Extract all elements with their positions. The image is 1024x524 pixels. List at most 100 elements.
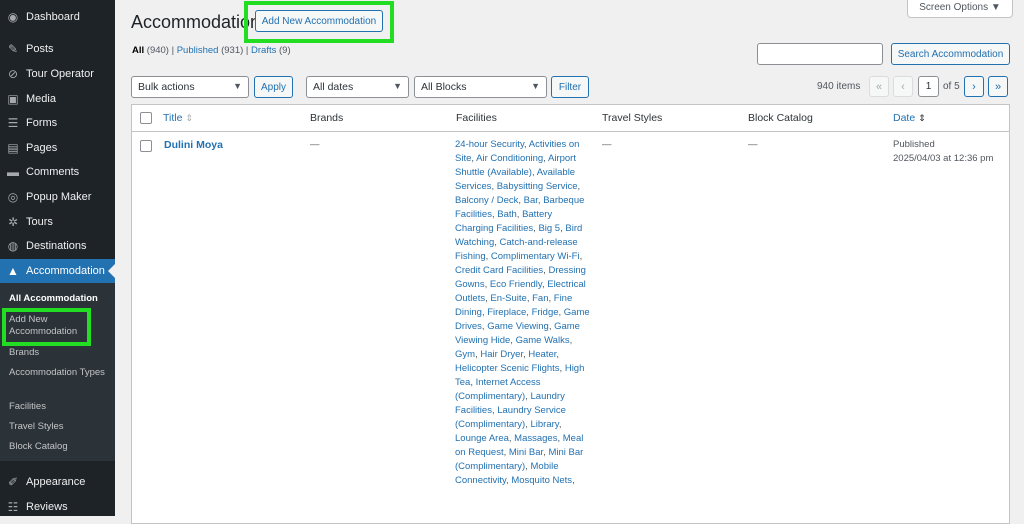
menu-label: Posts xyxy=(26,43,54,55)
menu-label: Tours xyxy=(26,216,53,228)
table-header: Title ⇕ Brands Facilities Travel Styles … xyxy=(132,105,1009,132)
facility-link[interactable]: Bar xyxy=(524,195,538,206)
facility-link[interactable]: Balcony / Deck xyxy=(455,195,518,206)
facility-link[interactable]: 24-hour Security xyxy=(455,139,524,150)
chevron-down-icon: ▼ xyxy=(393,81,402,91)
menu-pages[interactable]: ▤ Pages xyxy=(0,136,115,160)
media-icon: ▣ xyxy=(7,92,19,106)
row-title-link[interactable]: Dulini Moya xyxy=(164,139,223,151)
facility-link[interactable]: Credit Card Facilities xyxy=(455,265,543,276)
column-facilities: Facilities xyxy=(456,112,497,124)
view-all[interactable]: All xyxy=(132,45,144,56)
menu-popup-maker[interactable]: ◎ Popup Maker xyxy=(0,185,115,209)
select-all-checkbox[interactable] xyxy=(140,112,152,124)
screen-options-button[interactable]: Screen Options ▼ xyxy=(907,0,1013,18)
blocks-label: All Blocks xyxy=(421,81,467,93)
facility-link[interactable]: Big 5 xyxy=(538,223,560,234)
comment-icon: ▬ xyxy=(7,165,19,179)
globe-icon: ◍ xyxy=(7,239,19,253)
facility-link[interactable]: Library xyxy=(531,419,559,430)
view-drafts[interactable]: Drafts xyxy=(251,45,276,56)
bulk-actions-label: Bulk actions xyxy=(138,81,195,93)
facility-link[interactable]: Air Conditioning xyxy=(476,153,543,164)
facility-link[interactable]: Eco Friendly xyxy=(490,279,542,290)
menu-label: Media xyxy=(26,93,56,105)
menu-tour-operator[interactable]: ⊘ Tour Operator xyxy=(0,62,115,86)
facility-link[interactable]: Lounge Area xyxy=(455,433,509,444)
menu-label: Pages xyxy=(26,142,58,154)
bulk-actions-select[interactable]: Bulk actions ▼ xyxy=(131,76,249,98)
popup-icon: ◎ xyxy=(7,190,19,204)
facility-link[interactable]: Helicopter Scenic Flights xyxy=(455,363,560,374)
column-date-label: Date xyxy=(893,112,916,124)
menu-label: Accommodation xyxy=(26,265,105,277)
menu-label: Appearance xyxy=(26,476,86,488)
menu-accommodation[interactable]: ▲ Accommodation xyxy=(0,259,115,283)
facility-link[interactable]: Fireplace xyxy=(487,307,526,318)
menu-dashboard[interactable]: ◉ Dashboard xyxy=(0,5,115,29)
current-page-input[interactable]: 1 xyxy=(918,76,939,97)
apply-button[interactable]: Apply xyxy=(254,76,293,98)
facility-link[interactable]: Hair Dryer xyxy=(480,349,523,360)
search-accommodation-button[interactable]: Search Accommodation xyxy=(891,43,1010,65)
submenu-all-accommodation[interactable]: All Accommodation xyxy=(9,293,109,305)
submenu-travel-styles[interactable]: Travel Styles xyxy=(9,421,109,433)
row-travel-styles: — xyxy=(602,139,612,150)
view-published[interactable]: Published xyxy=(177,45,219,56)
dates-select[interactable]: All dates ▼ xyxy=(306,76,409,98)
compass-icon: ⊘ xyxy=(7,67,19,81)
dashboard-icon: ◉ xyxy=(7,10,19,24)
column-block-catalog: Block Catalog xyxy=(748,112,813,124)
facility-link[interactable]: Fan xyxy=(532,293,548,304)
facility-link[interactable]: Gym xyxy=(455,349,475,360)
facility-link[interactable]: Complimentary Wi-Fi xyxy=(491,251,580,262)
facility-link[interactable]: Massages xyxy=(514,433,557,444)
column-date[interactable]: Date ⇕ xyxy=(893,112,926,124)
menu-forms[interactable]: ☰ Forms xyxy=(0,111,115,135)
facility-link[interactable]: En-Suite xyxy=(490,293,526,304)
next-page-button[interactable]: › xyxy=(964,76,984,97)
row-checkbox[interactable] xyxy=(140,140,152,152)
facility-link[interactable]: Mosquito Nets xyxy=(511,475,572,486)
view-drafts-count: (9) xyxy=(279,45,291,56)
palm-icon: ✲ xyxy=(7,215,19,229)
facility-link[interactable]: Game Viewing xyxy=(487,321,549,332)
facility-link[interactable]: Fridge xyxy=(532,307,559,318)
facility-link[interactable]: Mini Bar xyxy=(509,447,543,458)
chevron-down-icon: ▼ xyxy=(233,81,242,91)
menu-label: Reviews xyxy=(26,501,68,513)
last-page-button[interactable]: » xyxy=(988,76,1008,97)
list-icon: ☷ xyxy=(7,500,19,514)
filter-button[interactable]: Filter xyxy=(551,76,589,98)
menu-posts[interactable]: ✎ Posts xyxy=(0,37,115,61)
dates-label: All dates xyxy=(313,81,354,93)
page-title: Accommodation xyxy=(131,12,261,32)
view-published-count: (931) xyxy=(221,45,244,56)
menu-comments[interactable]: ▬ Comments xyxy=(0,160,115,184)
submenu-facilities[interactable]: Facilities xyxy=(9,401,109,413)
pages-icon: ▤ xyxy=(7,141,19,155)
forms-icon: ☰ xyxy=(7,116,19,130)
menu-label: Dashboard xyxy=(26,11,80,23)
facility-link[interactable]: Game Walks xyxy=(516,335,570,346)
prev-page-button: ‹ xyxy=(893,76,913,97)
menu-media[interactable]: ▣ Media xyxy=(0,87,115,111)
blocks-select[interactable]: All Blocks ▼ xyxy=(414,76,547,98)
facility-link[interactable]: Bath xyxy=(497,209,517,220)
search-input[interactable] xyxy=(757,43,883,65)
column-title[interactable]: Title ⇕ xyxy=(163,112,193,124)
submenu-brands[interactable]: Brands xyxy=(9,347,109,359)
facility-link[interactable]: Heater xyxy=(528,349,556,360)
menu-reviews[interactable]: ☷ Reviews xyxy=(0,495,115,519)
submenu-block-catalog[interactable]: Block Catalog xyxy=(9,441,109,453)
menu-destinations[interactable]: ◍ Destinations xyxy=(0,234,115,258)
facility-link[interactable]: Babysitting Service xyxy=(497,181,578,192)
view-all-count: (940) xyxy=(146,45,169,56)
menu-appearance[interactable]: ✐ Appearance xyxy=(0,470,115,494)
submenu-accommodation-types[interactable]: Accommodation Types xyxy=(9,367,109,379)
menu-tours[interactable]: ✲ Tours xyxy=(0,210,115,234)
add-new-accommodation-button[interactable]: Add New Accommodation xyxy=(255,10,383,32)
building-icon: ▲ xyxy=(7,264,19,278)
row-date: Published 2025/04/03 at 12:36 pm xyxy=(893,138,1008,166)
admin-sidebar: ◉ Dashboard ✎ Posts ⊘ Tour Operator ▣ Media … xyxy=(0,0,115,516)
